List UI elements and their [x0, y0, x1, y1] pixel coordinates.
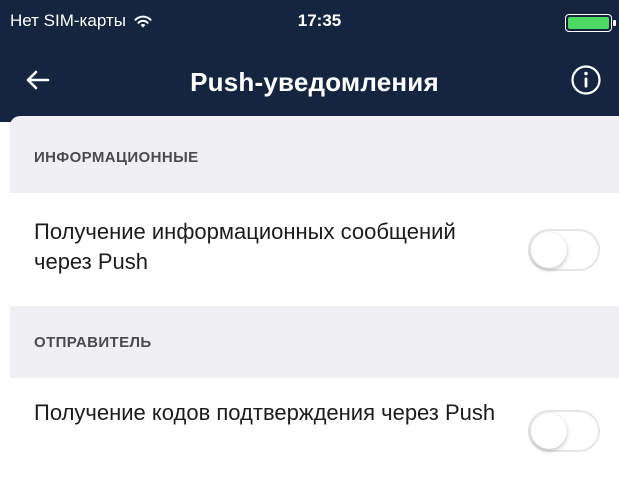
toggle-knob — [531, 232, 567, 268]
nav-bar: Push-уведомления — [0, 50, 619, 122]
setting-row-info-messages-push[interactable]: Получение информационных сообщений через… — [10, 193, 619, 306]
status-time: 17:35 — [297, 11, 342, 30]
setting-row-label: Получение кодов подтверждения через Push — [34, 400, 496, 425]
toggle-knob — [531, 413, 567, 449]
settings-content: ИНФОРМАЦИОННЫЕ Получение информационных … — [0, 116, 619, 484]
info-icon[interactable] — [570, 64, 602, 96]
info-messages-push-toggle[interactable] — [528, 229, 600, 271]
setting-row-label: Получение информационных сообщений через… — [34, 219, 456, 274]
section-header-sender: ОТПРАВИТЕЛЬ — [10, 306, 619, 378]
battery-icon — [565, 14, 616, 32]
confirmation-codes-push-toggle[interactable] — [528, 410, 600, 452]
top-bar: Нет SIM-карты 17:35 Push-уведомления — [0, 0, 619, 122]
section-header-label: ОТПРАВИТЕЛЬ — [34, 333, 152, 351]
status-bar: Нет SIM-карты 17:35 — [0, 0, 619, 44]
page-title: Push-уведомления — [190, 67, 439, 97]
setting-row-confirmation-codes-push[interactable]: Получение кодов подтверждения через Push — [10, 378, 619, 484]
section-header-informational: ИНФОРМАЦИОННЫЕ — [10, 116, 619, 193]
section-header-label: ИНФОРМАЦИОННЫЕ — [34, 149, 199, 166]
screen: Нет SIM-карты 17:35 Push-уведомления ИНФ… — [0, 0, 619, 484]
